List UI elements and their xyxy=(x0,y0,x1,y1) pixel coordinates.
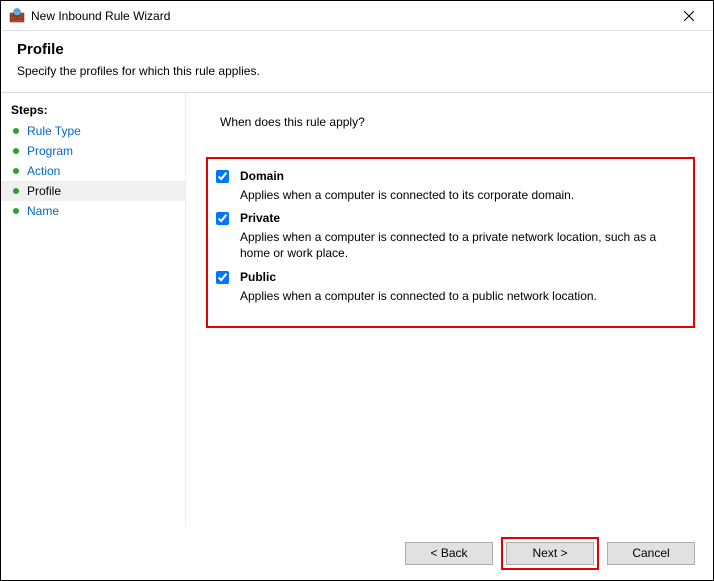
next-button[interactable]: Next > xyxy=(506,542,594,565)
wizard-window: New Inbound Rule Wizard Profile Specify … xyxy=(0,0,714,581)
bullet-icon xyxy=(13,168,19,174)
wizard-body: Steps: Rule Type Program Action Profile … xyxy=(1,93,713,526)
step-program[interactable]: Program xyxy=(1,141,185,161)
private-checkbox[interactable] xyxy=(216,212,229,225)
page-title: Profile xyxy=(17,41,697,58)
close-button[interactable] xyxy=(666,2,711,30)
step-label: Rule Type xyxy=(27,124,81,138)
step-label: Program xyxy=(27,144,73,158)
close-icon xyxy=(684,11,694,21)
window-title: New Inbound Rule Wizard xyxy=(31,9,666,23)
wizard-footer: < Back Next > Cancel xyxy=(1,526,713,580)
step-label: Profile xyxy=(27,184,61,198)
domain-text-col: Domain Applies when a computer is connec… xyxy=(240,169,683,203)
public-checkbox[interactable] xyxy=(216,271,229,284)
step-action[interactable]: Action xyxy=(1,161,185,181)
content-pane: When does this rule apply? Domain Applie… xyxy=(186,93,713,526)
domain-label: Domain xyxy=(240,169,683,183)
private-label: Private xyxy=(240,211,683,225)
steps-header: Steps: xyxy=(1,99,185,121)
back-button[interactable]: < Back xyxy=(405,542,493,565)
bullet-icon xyxy=(13,188,19,194)
bullet-icon xyxy=(13,148,19,154)
next-highlight-box: Next > xyxy=(501,537,599,570)
wizard-header: Profile Specify the profiles for which t… xyxy=(1,31,713,92)
public-description: Applies when a computer is connected to … xyxy=(240,288,683,304)
profile-highlight-box: Domain Applies when a computer is connec… xyxy=(206,157,695,328)
cancel-button[interactable]: Cancel xyxy=(607,542,695,565)
profile-domain-row: Domain Applies when a computer is connec… xyxy=(212,169,683,203)
firewall-icon xyxy=(9,8,25,24)
domain-description: Applies when a computer is connected to … xyxy=(240,187,683,203)
step-rule-type[interactable]: Rule Type xyxy=(1,121,185,141)
profile-private-row: Private Applies when a computer is conne… xyxy=(212,211,683,261)
public-text-col: Public Applies when a computer is connec… xyxy=(240,270,683,304)
question-text: When does this rule apply? xyxy=(220,115,689,129)
public-label: Public xyxy=(240,270,683,284)
bullet-icon xyxy=(13,128,19,134)
private-description: Applies when a computer is connected to … xyxy=(240,229,683,261)
bullet-icon xyxy=(13,208,19,214)
steps-sidebar: Steps: Rule Type Program Action Profile … xyxy=(1,93,186,526)
private-text-col: Private Applies when a computer is conne… xyxy=(240,211,683,261)
step-name[interactable]: Name xyxy=(1,201,185,221)
domain-checkbox[interactable] xyxy=(216,170,229,183)
page-subtitle: Specify the profiles for which this rule… xyxy=(17,64,697,78)
step-label: Action xyxy=(27,164,60,178)
step-profile[interactable]: Profile xyxy=(1,181,185,201)
profile-public-row: Public Applies when a computer is connec… xyxy=(212,270,683,304)
step-label: Name xyxy=(27,204,59,218)
titlebar: New Inbound Rule Wizard xyxy=(1,1,713,31)
